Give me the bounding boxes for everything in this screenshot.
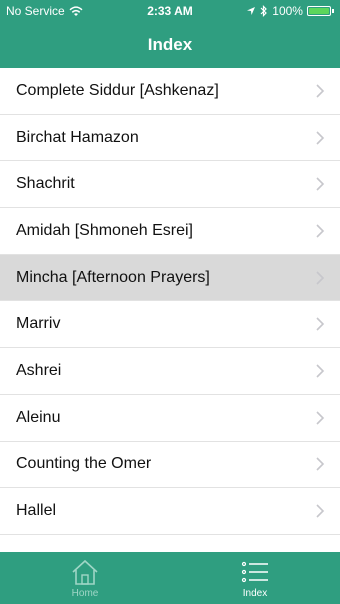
list-item-label: Amidah [Shmoneh Esrei] (16, 221, 193, 239)
tab-index[interactable]: Index (170, 552, 340, 604)
chevron-right-icon (316, 317, 325, 331)
list-item[interactable]: Counting the Omer (0, 442, 340, 489)
wifi-icon (69, 5, 83, 16)
list-item[interactable]: Complete Siddur [Ashkenaz] (0, 68, 340, 115)
list-item[interactable]: Shachrit (0, 161, 340, 209)
list-item-label: Mincha [Afternoon Prayers] (16, 268, 210, 286)
list-item-label: Shachrit (16, 175, 75, 193)
list-item[interactable]: Ashrei (0, 348, 340, 395)
home-icon (72, 559, 98, 585)
chevron-right-icon (316, 84, 325, 98)
tab-home[interactable]: Home (0, 552, 170, 604)
list-item-label: Birchat Hamazon (16, 128, 139, 146)
location-arrow-icon (247, 7, 256, 15)
status-time: 2:33 AM (147, 4, 193, 18)
chevron-right-icon (316, 130, 325, 145)
list-item[interactable]: Hallel (0, 488, 340, 535)
tab-home-label: Home (71, 587, 99, 599)
battery-icon (306, 6, 334, 16)
battery-percent: 100% (272, 4, 303, 18)
status-bar: No Service 2:33 AM 100% (0, 0, 340, 22)
list-item-label: Counting the Omer (16, 455, 152, 473)
chevron-right-icon (316, 271, 325, 285)
chevron-right-icon (316, 177, 325, 191)
tab-bar: Home Index (0, 552, 340, 604)
list-item[interactable]: Amidah [Shmoneh Esrei] (0, 208, 340, 255)
chevron-right-icon (316, 224, 325, 238)
page-title: Index (147, 35, 193, 54)
index-list: Complete Siddur [Ashkenaz] Birchat Hamaz… (0, 68, 340, 552)
chevron-right-icon (316, 411, 325, 425)
list-item[interactable]: Marriv (0, 301, 340, 349)
list-item[interactable]: Birchat Hamazon (0, 115, 340, 162)
chevron-right-icon (316, 504, 325, 518)
list-item-label: Ashrei (16, 361, 62, 379)
bluetooth-icon (260, 5, 268, 17)
list-item-label: Hallel (16, 502, 57, 520)
list-icon (241, 561, 268, 582)
chevron-right-icon (316, 364, 325, 378)
list-item-selected[interactable]: Mincha [Afternoon Prayers] (0, 254, 340, 302)
list-item-label: Marriv (16, 315, 61, 333)
chevron-right-icon (316, 457, 325, 471)
list-item[interactable]: Aleinu (0, 395, 340, 442)
nav-bar: Index (0, 22, 340, 68)
tab-index-label: Index (242, 587, 268, 599)
list-item-label: Aleinu (16, 408, 61, 426)
list-item-label: Complete Siddur [Ashkenaz] (16, 81, 219, 99)
carrier-label: No Service (6, 4, 65, 18)
